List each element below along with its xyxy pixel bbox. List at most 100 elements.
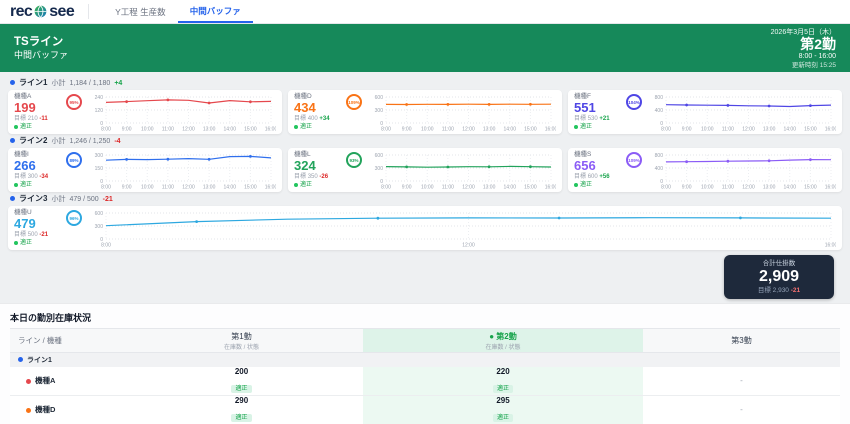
svg-text:13:00: 13:00 — [763, 185, 776, 191]
machine-a-shift2-cell: 220 適正 — [363, 366, 643, 395]
machine-card-s: 機種S 656 目標 600 +56 適正 109% 800 400 0 8:00 9:… — [568, 148, 842, 192]
status-dot-icon — [14, 125, 18, 129]
line1-group-dot — [18, 357, 23, 363]
machine-u-status: 適正 — [14, 239, 86, 247]
total-value: 2,909 — [758, 268, 800, 285]
svg-text:11:00: 11:00 — [162, 127, 174, 133]
tab-y-process[interactable]: Y工程 生産数 — [103, 0, 178, 23]
shift-time-range: 8:00 - 16:00 — [798, 52, 836, 60]
svg-text:9:00: 9:00 — [682, 127, 692, 133]
machine-d-info: 機種D 434 目標 400 +34 適正 109% — [294, 93, 366, 132]
svg-text:14:00: 14:00 — [503, 185, 516, 191]
line2-header: ライン2 小計 1,246 / 1,250 -4 — [10, 135, 840, 146]
line3-delta: -21 — [102, 196, 113, 203]
svg-text:15:00: 15:00 — [524, 127, 537, 133]
svg-text:600: 600 — [375, 95, 384, 101]
status-dot-icon — [14, 183, 18, 187]
line2-subtotal: 1,246 / 1,250 — [69, 138, 111, 145]
machine-d-target: 目標 400 +34 — [294, 116, 330, 122]
line1-cards: 機種A 199 目標 210 -11 適正 95% 240 120 0 8:00 9:0… — [8, 90, 842, 134]
svg-text:9:00: 9:00 — [402, 127, 412, 133]
svg-text:16:00: 16:00 — [825, 243, 836, 249]
svg-text:15:00: 15:00 — [524, 185, 537, 191]
svg-text:13:00: 13:00 — [203, 185, 216, 191]
machine-s-status: 適正 — [574, 181, 646, 189]
tab-intermediate-buffer[interactable]: 中間バッファ — [177, 0, 253, 23]
machine-u-sparkline-chart: 600 300 0 8:00 12:00 16:00 — [89, 210, 838, 249]
table-row-machine-a: 機種A 200 適正 220 適正 - — [10, 366, 840, 396]
svg-text:10:00: 10:00 — [421, 185, 434, 191]
status-dot-icon — [574, 125, 578, 129]
line3-subtotal: 479 / 500 — [69, 196, 99, 203]
app-logo[interactable]: rec see — [10, 0, 75, 23]
svg-text:11:00: 11:00 — [442, 127, 454, 133]
svg-text:13:00: 13:00 — [483, 127, 496, 133]
header-date: 2026年3月5日（木） — [770, 28, 836, 36]
machine-l-sparkline-chart: 600 300 0 8:00 9:00 10:00 11:00 12:00 13:00 14:00… — [369, 152, 558, 191]
svg-text:8:00: 8:00 — [661, 127, 671, 133]
line3-header: ライン3 小計 479 / 500 -21 — [10, 193, 840, 204]
topbar-divider — [88, 4, 90, 19]
machine-l-target: 目標 350 -26 — [294, 174, 329, 180]
shift-inventory-table: ライン / 機種 第1勤 在庫数 / 状態 ● 第2勤 在庫数 / 状態 第3勤… — [10, 328, 840, 424]
svg-text:12:00: 12:00 — [462, 185, 475, 191]
machine-f-status: 適正 — [574, 123, 646, 131]
machine-s-sparkline-chart: 800 400 0 8:00 9:00 10:00 11:00 12:00 13:00 14:00… — [649, 152, 838, 191]
machine-a-gauge-icon: 95% — [66, 94, 82, 110]
svg-text:8:00: 8:00 — [661, 185, 671, 191]
machine-f-info: 機種F 551 目標 530 +21 適正 104% — [574, 93, 646, 132]
svg-text:300: 300 — [95, 153, 104, 159]
logo-text-pre: rec — [10, 2, 33, 20]
svg-text:300: 300 — [95, 224, 104, 230]
svg-text:12:00: 12:00 — [462, 127, 475, 133]
line3-dot — [10, 196, 15, 201]
machine-f-gauge-icon: 104% — [626, 94, 642, 110]
machine-i-target: 目標 300 -34 — [14, 174, 49, 180]
line2-delta: -4 — [114, 138, 121, 145]
total-label: 合計仕掛数 — [762, 260, 796, 267]
globe-icon — [34, 5, 47, 18]
svg-text:13:00: 13:00 — [483, 185, 496, 191]
machine-a-target: 目標 210 -11 — [14, 116, 48, 122]
machine-card-u: 機種U 479 目標 500 -21 適正 96% 600 300 0 8:00 12:… — [8, 206, 842, 250]
machine-card-i: 機種I 266 目標 300 -34 適正 89% 300 150 0 8:00 9:0… — [8, 148, 282, 192]
machine-card-d: 機種D 434 目標 400 +34 適正 109% 600 300 0 8:00 9:… — [288, 90, 562, 134]
line3-cards: 機種U 479 目標 500 -21 適正 96% 600 300 0 8:00 12:… — [8, 206, 842, 250]
machine-d-dot — [26, 407, 31, 413]
svg-text:120: 120 — [95, 108, 104, 114]
line1-subtotal: 1,184 / 1,180 — [69, 80, 111, 87]
line1-section: ライン1 小計 1,184 / 1,180 +4 機種A 199 目標 210 … — [8, 77, 842, 134]
machine-a-sparkline-chart: 240 120 0 8:00 9:00 10:00 11:00 12:00 13:00 14:00… — [89, 94, 278, 133]
svg-text:11:00: 11:00 — [722, 127, 734, 133]
machine-s-info: 機種S 656 目標 600 +56 適正 109% — [574, 151, 646, 190]
svg-text:8:00: 8:00 — [381, 127, 391, 133]
machine-l-info: 機種L 324 目標 350 -26 適正 93% — [294, 151, 366, 190]
svg-text:14:00: 14:00 — [223, 185, 236, 191]
col-header-shift2-active: ● 第2勤 在庫数 / 状態 — [363, 328, 643, 353]
total-target: 目標 2,930 -21 — [757, 287, 801, 294]
page-header: TSライン 中間バッファ 2026年3月5日（木） 第2勤 8:00 - 16:… — [0, 24, 850, 72]
svg-text:16:00: 16:00 — [545, 185, 556, 191]
machine-a-shift1-cell: 200 適正 — [120, 367, 363, 396]
machine-d-shift2-cell: 295 適正 — [363, 395, 643, 424]
machine-u-gauge-icon: 96% — [66, 210, 82, 226]
svg-text:12:00: 12:00 — [462, 243, 475, 249]
svg-text:8:00: 8:00 — [101, 185, 111, 191]
svg-text:15:00: 15:00 — [804, 185, 817, 191]
machine-a-shift3-cell: - — [740, 376, 743, 385]
shift-inventory-title: 本日の勤別在庫状況 — [10, 313, 92, 323]
svg-text:400: 400 — [655, 166, 664, 172]
current-shift: 第2勤 — [800, 35, 836, 52]
machine-i-sparkline-chart: 300 150 0 8:00 9:00 10:00 11:00 12:00 13:00 14:00… — [89, 152, 278, 191]
svg-text:300: 300 — [375, 108, 384, 114]
svg-text:15:00: 15:00 — [804, 127, 817, 133]
machine-i-info: 機種I 266 目標 300 -34 適正 89% — [14, 151, 86, 190]
table-row-machine-d: 機種D 290 適正 295 適正 - — [10, 395, 840, 424]
machine-u-target: 目標 500 -21 — [14, 232, 49, 238]
shift-inventory-section: 本日の勤別在庫状況 ライン / 機種 第1勤 在庫数 / 状態 ● 第2勤 在庫… — [0, 303, 850, 424]
line2-name: ライン2 — [19, 136, 48, 145]
total-card-row: 合計仕掛数 2,909 目標 2,930 -21 — [8, 255, 834, 299]
machine-s-target: 目標 600 +56 — [574, 174, 610, 180]
svg-text:150: 150 — [95, 166, 104, 172]
svg-text:16:00: 16:00 — [825, 127, 836, 133]
